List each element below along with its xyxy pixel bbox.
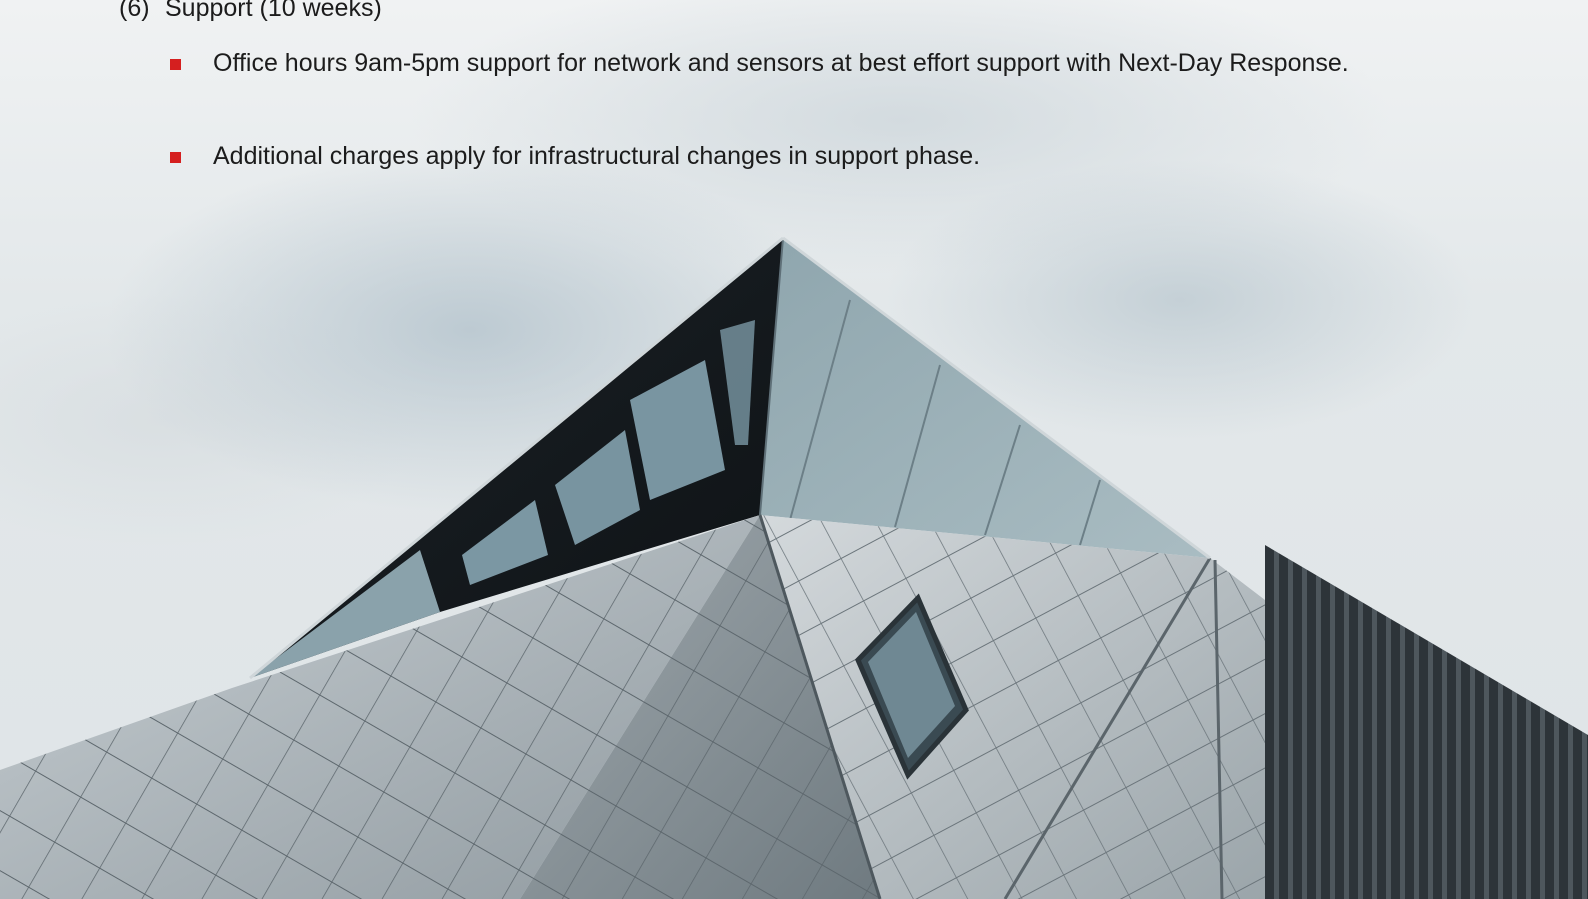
- background-building-photo: [0, 236, 1588, 899]
- list-item-text: Office hours 9am-5pm support for network…: [213, 49, 1349, 77]
- section-number: (6): [119, 0, 150, 22]
- square-bullet-icon: [170, 59, 181, 70]
- section-title: Support (10 weeks): [165, 0, 382, 22]
- list-item-text: Additional charges apply for infrastruct…: [213, 142, 981, 170]
- square-bullet-icon: [170, 152, 181, 163]
- section-heading: (6) Support (10 weeks): [119, 0, 382, 23]
